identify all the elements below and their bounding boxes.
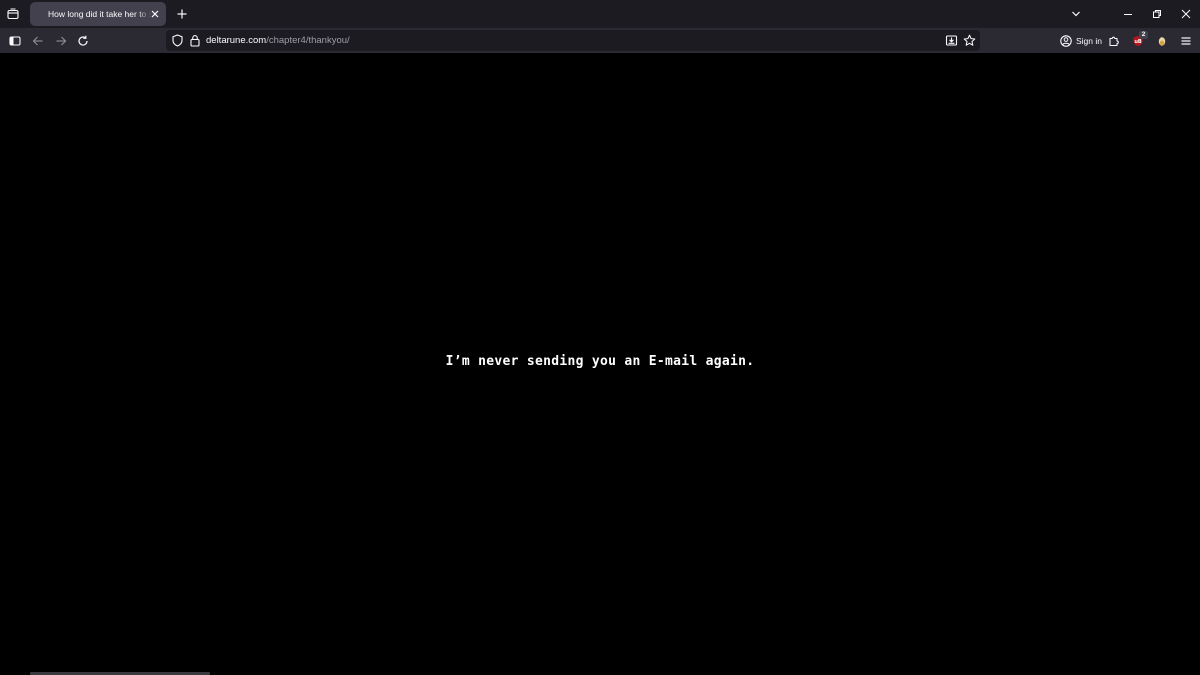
page-content: I’m never sending you an E-mail again. bbox=[0, 53, 1200, 675]
tab-strip: How long did it take her to smile bbox=[0, 0, 1200, 28]
navigation-toolbar: deltarune.com/chapter4/thankyou/ Sign in bbox=[0, 28, 1200, 53]
sidebar-icon bbox=[8, 35, 21, 46]
url-path: /chapter4/thankyou/ bbox=[266, 35, 350, 46]
extension-badge-count: 2 bbox=[1139, 31, 1148, 39]
sidebar-button[interactable] bbox=[4, 30, 25, 51]
close-icon bbox=[1181, 9, 1191, 19]
puzzle-icon bbox=[1108, 36, 1119, 46]
forward-button[interactable] bbox=[50, 30, 71, 51]
sign-in-label: Sign in bbox=[1076, 35, 1102, 46]
minimize-icon bbox=[1124, 14, 1132, 15]
minimize-button[interactable] bbox=[1116, 2, 1140, 26]
tab-favicon bbox=[38, 8, 46, 20]
account-icon bbox=[1060, 34, 1072, 47]
url-host: deltarune.com bbox=[206, 35, 267, 46]
chevron-down-icon bbox=[1072, 11, 1080, 17]
other-extension-button[interactable] bbox=[1151, 30, 1172, 51]
reader-view-icon bbox=[945, 35, 958, 46]
page-message: I’m never sending you an E-mail again. bbox=[445, 354, 755, 369]
plus-icon bbox=[177, 9, 187, 19]
application-menu-button[interactable] bbox=[1175, 30, 1196, 51]
restore-button[interactable] bbox=[1145, 2, 1169, 26]
bookmark-button[interactable] bbox=[962, 33, 977, 48]
sign-in-button[interactable]: Sign in bbox=[1056, 31, 1106, 50]
url-text[interactable]: deltarune.com/chapter4/thankyou/ bbox=[206, 34, 350, 47]
extension-icon bbox=[1158, 36, 1165, 46]
tab-list-icon bbox=[7, 8, 19, 20]
tab-active[interactable]: How long did it take her to smile bbox=[30, 2, 166, 26]
new-tab-button[interactable] bbox=[172, 4, 192, 24]
lock-icon[interactable] bbox=[189, 34, 201, 47]
tab-title: How long did it take her to smile bbox=[48, 9, 152, 19]
reload-button[interactable] bbox=[72, 30, 93, 51]
svg-text:uB: uB bbox=[1134, 39, 1142, 45]
tab-list-button[interactable] bbox=[3, 4, 23, 24]
reload-icon bbox=[77, 35, 88, 46]
hamburger-menu-icon bbox=[1181, 36, 1190, 45]
ublock-extension-button[interactable]: uB 2 bbox=[1127, 30, 1148, 51]
star-icon bbox=[963, 34, 976, 46]
back-button[interactable] bbox=[27, 30, 48, 51]
arrow-left-icon bbox=[32, 36, 42, 45]
arrow-right-icon bbox=[56, 36, 66, 45]
reader-view-button[interactable] bbox=[944, 33, 959, 48]
shield-icon[interactable] bbox=[171, 34, 184, 47]
close-icon bbox=[151, 10, 159, 18]
close-tab-button[interactable] bbox=[148, 7, 162, 21]
restore-icon bbox=[1153, 10, 1161, 18]
close-window-button[interactable] bbox=[1174, 2, 1198, 26]
list-all-tabs-button[interactable] bbox=[1066, 4, 1086, 24]
address-bar[interactable]: deltarune.com/chapter4/thankyou/ bbox=[166, 30, 980, 51]
extensions-button[interactable] bbox=[1103, 30, 1124, 51]
